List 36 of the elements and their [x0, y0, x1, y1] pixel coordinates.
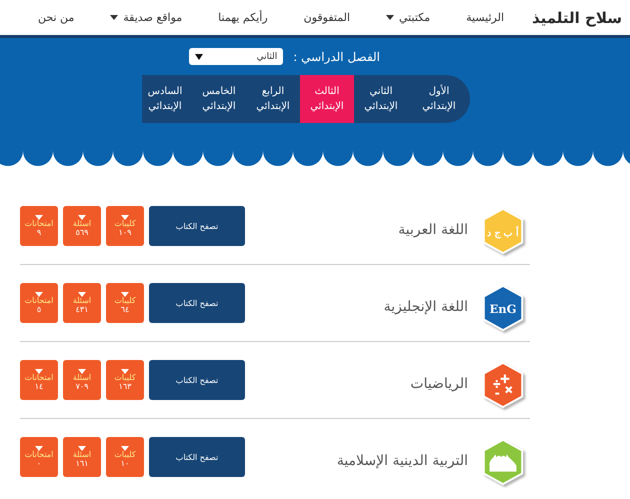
caret-icon: [195, 54, 204, 60]
grade-tab[interactable]: السادس الإبتدائي: [138, 75, 192, 123]
nav-link[interactable]: مواقع صديقة: [92, 11, 200, 24]
subject-title[interactable]: الرياضيات: [245, 376, 480, 392]
nav-link[interactable]: مكتبتي: [368, 11, 448, 24]
nav-link[interactable]: رأيكم يهمنا: [200, 11, 286, 24]
nav-link[interactable]: المتفوقون: [286, 11, 368, 24]
grade-tab[interactable]: الرابع الإبتدائي: [246, 75, 300, 123]
grade-tab[interactable]: الثاني الإبتدائي: [354, 75, 408, 123]
caret-icon: [35, 368, 43, 374]
browse-book-button[interactable]: تصفح الكتاب: [149, 283, 245, 323]
subject-title[interactable]: اللغة العربية: [245, 222, 480, 238]
grade-tab[interactable]: الأول الإبتدائي: [408, 75, 470, 123]
caret-icon: [121, 214, 129, 220]
browse-book-button[interactable]: تصفح الكتاب: [149, 206, 245, 246]
semester-label: الفصل الدراسي :: [293, 50, 380, 64]
grade-tab[interactable]: الخامس الإبتدائي: [192, 75, 246, 123]
site-logo[interactable]: سلاح التلميذ: [534, 8, 622, 26]
semester-select[interactable]: الثاني: [189, 48, 284, 65]
subject-title[interactable]: التربية الدينية الإسلامية: [245, 453, 480, 469]
caret-icon: [78, 292, 86, 297]
browse-book-button[interactable]: تصفح الكتاب: [149, 360, 245, 400]
caret-icon: [35, 292, 43, 297]
subject-title[interactable]: اللغة الإنجليزية: [245, 299, 480, 315]
caret-icon: [78, 214, 86, 220]
caret-icon: [35, 214, 43, 220]
caret-icon: [121, 368, 129, 374]
nav-link[interactable]: من نحن: [20, 11, 92, 24]
browse-book-button[interactable]: تصفح الكتاب: [149, 437, 245, 477]
caret-icon: [35, 446, 43, 451]
caret-icon: [121, 446, 129, 451]
caret-icon: [121, 292, 129, 297]
caret-icon: [78, 368, 86, 374]
caret-icon: [78, 446, 86, 451]
grade-tab[interactable]: الثالث الإبتدائي: [300, 75, 354, 123]
nav-link[interactable]: الرئيسية: [448, 11, 534, 24]
